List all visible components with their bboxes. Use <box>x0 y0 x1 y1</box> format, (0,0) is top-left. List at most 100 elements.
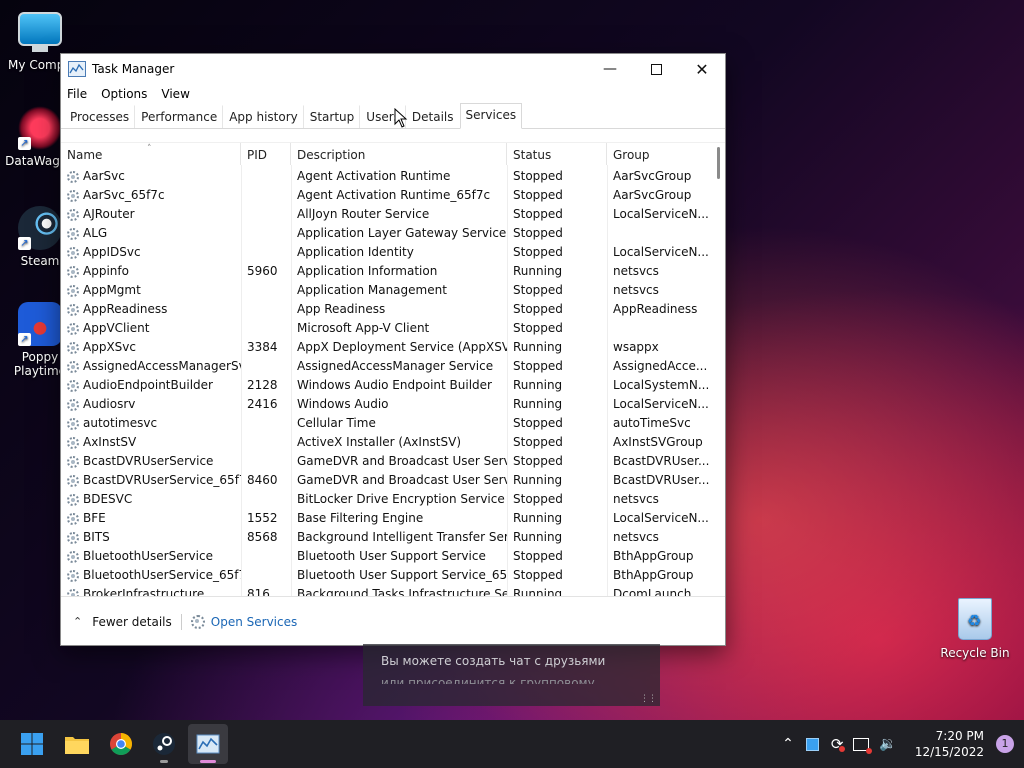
notification-badge[interactable]: 1 <box>996 735 1014 753</box>
menu-options[interactable]: Options <box>101 87 147 101</box>
folder-icon <box>65 737 89 754</box>
service-description: AssignedAccessManager Service <box>297 359 494 373</box>
menu-file[interactable]: File <box>67 87 87 101</box>
service-name: BcastDVRUserService <box>61 452 241 471</box>
table-row[interactable]: AppMgmt Application Management Stopped nets… <box>61 281 711 300</box>
service-gear-icon <box>67 303 79 316</box>
menu-view[interactable]: View <box>161 87 189 101</box>
service-description: GameDVR and Broadcast User Servic... <box>297 473 507 487</box>
table-row[interactable]: BDESVC BitLocker Drive Encryption Service… <box>61 490 711 509</box>
table-row[interactable]: AppXSvc 3384 AppX Deployment Service (AppX… <box>61 338 711 357</box>
service-group: LocalServiceN... <box>613 397 709 411</box>
taskbar-chrome[interactable] <box>101 724 141 764</box>
system-tray: ⌃ ⟳ 🔉 7:20 PM 12/15/2022 1 <box>782 720 1024 768</box>
service-name: AarSvc_65f7c <box>61 186 241 205</box>
taskbar-task-manager[interactable] <box>188 724 228 764</box>
maximize-button[interactable] <box>633 54 679 84</box>
service-name: AudioEndpointBuilder <box>61 376 241 395</box>
service-status: Stopped <box>513 245 563 259</box>
table-row[interactable]: AarSvc_65f7c Agent Activation Runtime_65f… <box>61 186 711 205</box>
tray-app-icon[interactable] <box>805 737 819 751</box>
taskbar-steam[interactable] <box>144 724 184 764</box>
service-status: Running <box>513 473 563 487</box>
start-button[interactable] <box>12 724 52 764</box>
table-row[interactable]: BFE 1552 Base Filtering Engine Running Local… <box>61 509 711 528</box>
service-status: Stopped <box>513 568 563 582</box>
column-header-description[interactable]: Description <box>291 143 507 165</box>
fewer-details-button[interactable]: ⌃ Fewer details <box>73 615 172 629</box>
service-gear-icon <box>67 170 79 183</box>
table-row[interactable]: BcastDVRUserService GameDVR and Broadcast… <box>61 452 711 471</box>
service-status: Running <box>513 530 563 544</box>
steam-icon <box>153 733 175 755</box>
service-gear-icon <box>67 265 79 278</box>
window-title: Task Manager <box>92 62 175 76</box>
service-pid <box>241 186 291 205</box>
tab-app-history[interactable]: App history <box>223 105 304 128</box>
service-description: BitLocker Drive Encryption Service <box>297 492 505 506</box>
service-group: AarSvcGroup <box>613 188 692 202</box>
table-row[interactable]: ALG Application Layer Gateway Service Stop… <box>61 224 711 243</box>
minimize-button[interactable]: — <box>587 54 633 84</box>
table-row[interactable]: AppReadiness App Readiness Stopped AppReadi… <box>61 300 711 319</box>
volume-icon[interactable]: 🔉 <box>879 736 896 752</box>
table-row[interactable]: autotimesvc Cellular Time Stopped autoTimeS… <box>61 414 711 433</box>
close-button[interactable]: ✕ <box>679 54 725 84</box>
service-gear-icon <box>67 322 79 335</box>
table-row[interactable]: BITS 8568 Background Intelligent Transfer … <box>61 528 711 547</box>
service-group: BcastDVRUser... <box>613 454 710 468</box>
service-description: Background Intelligent Transfer Servi... <box>297 530 507 544</box>
column-header-status[interactable]: Status <box>507 143 607 165</box>
table-row[interactable]: BcastDVRUserService_65f7c 8460 GameDVR and… <box>61 471 711 490</box>
table-row[interactable]: AppVClient Microsoft App-V Client Stopped <box>61 319 711 338</box>
table-row[interactable]: AJRouter AllJoyn Router Service Stopped Loc… <box>61 205 711 224</box>
service-gear-icon <box>67 436 79 449</box>
taskbar-file-explorer[interactable] <box>57 724 97 764</box>
tab-services[interactable]: Services <box>459 103 523 129</box>
scrollbar-thumb[interactable] <box>717 147 720 179</box>
desktop-icon-recycle-bin[interactable]: ♻ Recycle Bin <box>940 598 1010 660</box>
table-row[interactable]: AssignedAccessManagerSvc AssignedAccessMa… <box>61 357 711 376</box>
table-row[interactable]: Appinfo 5960 Application Information Runnin… <box>61 262 711 281</box>
tab-processes[interactable]: Processes <box>64 105 136 128</box>
table-row[interactable]: AppIDSvc Application Identity Stopped Local… <box>61 243 711 262</box>
service-group <box>607 224 711 243</box>
title-bar[interactable]: Task Manager — ✕ <box>61 54 725 84</box>
service-description: AllJoyn Router Service <box>297 207 430 221</box>
service-status: Stopped <box>513 283 563 297</box>
service-status: Running <box>513 378 563 392</box>
table-row[interactable]: Audiosrv 2416 Windows Audio Running LocalSer… <box>61 395 711 414</box>
chat-notification[interactable]: Вы можете создать чат с друзьями или при… <box>363 644 660 706</box>
tab-startup[interactable]: Startup <box>304 105 361 128</box>
service-group: LocalServiceN... <box>613 207 709 221</box>
service-pid: 2128 <box>247 378 278 392</box>
column-header-name[interactable]: ˄ Name <box>61 143 241 165</box>
service-description: Bluetooth User Support Service <box>297 549 486 563</box>
services-list[interactable]: ˄ Name PID Description Status Group AarS… <box>61 142 725 597</box>
column-header-group[interactable]: Group <box>607 143 711 165</box>
service-description: Cellular Time <box>297 416 376 430</box>
table-row[interactable]: AudioEndpointBuilder 2128 Windows Audio En… <box>61 376 711 395</box>
clock[interactable]: 7:20 PM 12/15/2022 <box>915 728 984 760</box>
table-row[interactable]: BluetoothUserService Bluetooth User Suppo… <box>61 547 711 566</box>
open-services-link[interactable]: Open Services <box>190 614 297 629</box>
monitor-icon <box>18 12 62 46</box>
tab-performance[interactable]: Performance <box>135 105 224 128</box>
service-name: BDESVC <box>61 490 241 509</box>
show-hidden-icons-chevron-icon[interactable]: ⌃ <box>782 736 794 752</box>
service-pid <box>241 167 291 186</box>
service-gear-icon <box>67 569 79 582</box>
column-header-pid[interactable]: PID <box>241 143 291 165</box>
task-manager-icon <box>68 61 86 77</box>
service-gear-icon <box>67 379 79 392</box>
table-row[interactable]: AarSvc Agent Activation Runtime Stopped Aar… <box>61 167 711 186</box>
service-status: Running <box>513 340 563 354</box>
table-row[interactable]: AxInstSV ActiveX Installer (AxInstSV) Stop… <box>61 433 711 452</box>
tab-details[interactable]: Details <box>406 105 460 128</box>
sync-icon[interactable]: ⟳ <box>831 735 846 753</box>
table-row[interactable]: BluetoothUserService_65f7c Bluetooth User… <box>61 566 711 585</box>
network-icon[interactable] <box>853 737 873 754</box>
service-status: Stopped <box>513 302 563 316</box>
task-manager-window[interactable]: Task Manager — ✕ File Options View Proce… <box>60 53 726 646</box>
vertical-scrollbar[interactable] <box>717 145 722 595</box>
